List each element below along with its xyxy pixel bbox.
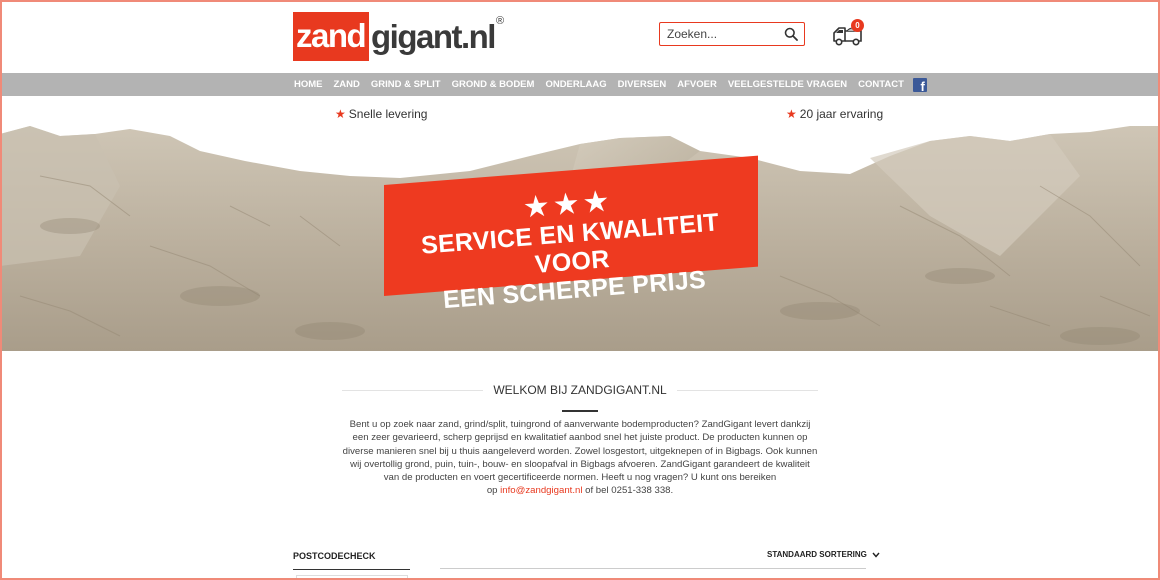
search-icon[interactable] <box>784 27 798 41</box>
site-logo[interactable]: zand gigant.nl ® <box>293 12 504 61</box>
welcome-section: WELKOM BIJ ZANDGIGANT.NL Bent u op zoek … <box>342 376 818 498</box>
main-nav: HOME ZAND GRIND & SPLIT GROND & BODEM ON… <box>0 73 1160 96</box>
usp-fast-delivery-label: Snelle levering <box>348 107 428 121</box>
logo-registered-mark: ® <box>495 15 505 27</box>
nav-item-grind-split[interactable]: GRIND & SPLIT <box>371 79 441 90</box>
welcome-title: WELKOM BIJ ZANDGIGANT.NL <box>483 376 677 404</box>
postcode-check-title: POSTCODECHECK <box>293 551 376 561</box>
nav-item-onderlaag[interactable]: ONDERLAAG <box>545 79 606 90</box>
contact-prefix: op <box>486 485 498 497</box>
email-link[interactable]: info@zandgigant.nl <box>500 485 582 496</box>
nav-item-veelgestelde-vragen[interactable]: VEELGESTELDE VRAGEN <box>728 79 847 90</box>
cart-count-badge: 0 <box>851 19 864 32</box>
logo-part-gigant: gigant.nl <box>371 18 496 55</box>
welcome-body-text: Bent u op zoek naar zand, grind/split, t… <box>342 419 818 484</box>
site-header: zand gigant.nl ® 0 <box>0 0 1160 73</box>
star-icon: ★ <box>786 107 797 121</box>
nav-item-contact[interactable]: CONTACT <box>858 79 904 90</box>
nav-item-afvoer[interactable]: AFVOER <box>677 79 717 90</box>
search-input[interactable] <box>660 23 775 44</box>
contact-phone-text: of bel 0251-338 338. <box>585 485 674 497</box>
facebook-icon[interactable]: f <box>912 77 927 93</box>
welcome-heading: WELKOM BIJ ZANDGIGANT.NL <box>342 376 818 404</box>
nav-item-home[interactable]: HOME <box>294 79 323 90</box>
product-list-divider <box>440 568 866 569</box>
usp-experience: ★ 20 jaar ervaring <box>786 107 883 121</box>
postcode-input[interactable] <box>296 575 408 580</box>
chevron-down-icon <box>872 552 880 558</box>
hero-banner: ★ Snelle levering ★ 20 jaar ervaring ★★★… <box>0 96 1160 351</box>
cart-button[interactable]: 0 <box>830 19 866 48</box>
usp-fast-delivery: ★ Snelle levering <box>335 107 427 121</box>
nav-item-grond-bodem[interactable]: GROND & BODEM <box>452 79 535 90</box>
welcome-divider <box>562 410 598 412</box>
sort-label: STANDAARD SORTERING <box>767 550 867 559</box>
usp-experience-label: 20 jaar ervaring <box>799 107 884 121</box>
nav-item-zand[interactable]: ZAND <box>334 79 360 90</box>
nav-item-diversen[interactable]: DIVERSEN <box>618 79 667 90</box>
sort-dropdown[interactable]: STANDAARD SORTERING <box>767 550 880 559</box>
search-box <box>659 22 805 46</box>
postcode-title-underline <box>293 569 410 570</box>
welcome-paragraph: Bent u op zoek naar zand, grind/split, t… <box>342 418 818 498</box>
logo-part-zand: zand <box>293 12 369 61</box>
star-icon: ★ <box>335 107 346 121</box>
